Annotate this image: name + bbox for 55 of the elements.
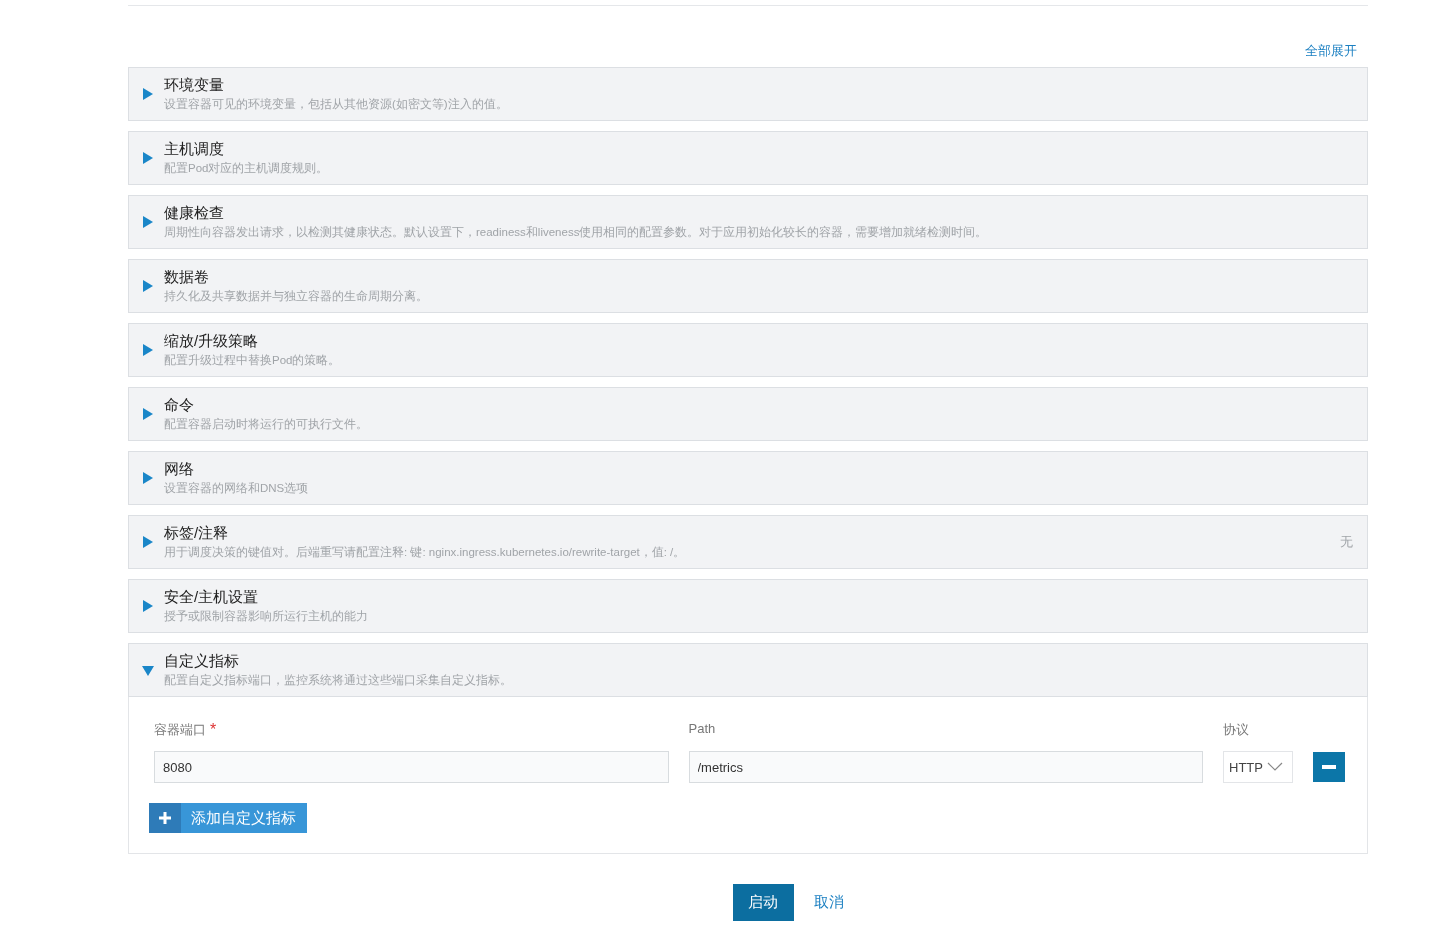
- triangle-right-icon: [142, 280, 154, 292]
- section-header[interactable]: 自定义指标 配置自定义指标端口，监控系统将通过这些端口采集自定义指标。: [128, 643, 1368, 697]
- section-status: 无: [1340, 533, 1353, 551]
- section-description: 配置自定义指标端口，监控系统将通过这些端口采集自定义指标。: [164, 673, 512, 688]
- triangle-right-icon: [142, 216, 154, 228]
- triangle-right-icon: [142, 408, 154, 420]
- field-label: 容器端口: [154, 721, 206, 739]
- section-title: 数据卷: [164, 268, 209, 286]
- section-description: 持久化及共享数据并与独立容器的生命周期分离。: [164, 289, 428, 304]
- section-header[interactable]: 环境变量 设置容器可见的环境变量，包括从其他资源(如密文等)注入的值。: [128, 67, 1368, 121]
- section-description: 用于调度决策的键值对。后端重写请配置注释: 键: nginx.ingress.kubernetes.io/rewrite-target，值: /。: [164, 545, 686, 560]
- section-header[interactable]: 主机调度 配置Pod对应的主机调度规则。: [128, 131, 1368, 185]
- plus-icon: [159, 812, 171, 824]
- triangle-right-icon: [142, 600, 154, 612]
- section-description: 配置升级过程中替换Pod的策略。: [164, 353, 341, 368]
- section-description: 设置容器的网络和DNS选项: [164, 481, 309, 496]
- minus-icon: [1322, 765, 1336, 769]
- cancel-link[interactable]: 取消: [813, 893, 844, 912]
- path-input[interactable]: /metrics: [688, 751, 1203, 783]
- section-description: 授予或限制容器影响所运行主机的能力: [164, 609, 368, 624]
- section-title: 自定义指标: [164, 652, 239, 670]
- section-title: 环境变量: [164, 76, 224, 94]
- remove-button[interactable]: [1313, 752, 1345, 782]
- section-description: 配置容器启动时将运行的可执行文件。: [164, 417, 368, 432]
- section-header[interactable]: 安全/主机设置 授予或限制容器影响所运行主机的能力: [128, 579, 1368, 633]
- section-title: 命令: [164, 396, 194, 414]
- section-title: 缩放/升级策略: [164, 332, 259, 350]
- triangle-right-icon: [142, 152, 154, 164]
- section-header[interactable]: 缩放/升级策略 配置升级过程中替换Pod的策略。: [128, 323, 1368, 377]
- section-title: 网络: [164, 460, 194, 478]
- section-description: 周期性向容器发出请求，以检测其健康状态。默认设置下，readiness和liveness使用相同的配置参数。对于应用初始化较长的容器，需要增加就绪检测时间。: [164, 225, 988, 240]
- section-title: 主机调度: [164, 140, 224, 158]
- required-mark: *: [210, 721, 217, 739]
- triangle-right-icon: [142, 472, 154, 484]
- section-title: 安全/主机设置: [164, 588, 259, 606]
- triangle-right-icon: [142, 88, 154, 100]
- section-description: 设置容器可见的环境变量，包括从其他资源(如密文等)注入的值。: [164, 97, 508, 112]
- start-button[interactable]: 启动: [732, 884, 794, 921]
- expand-all-link[interactable]: 全部展开: [1305, 42, 1357, 60]
- field-label: 协议: [1223, 721, 1249, 739]
- triangle-right-icon: [142, 536, 154, 548]
- section-header[interactable]: 健康检查 周期性向容器发出请求，以检测其健康状态。默认设置下，readiness和liveness使用相同的配置参数。对于应用初始化较长的容器，需要增加就绪检测时间。: [128, 195, 1368, 249]
- port-input[interactable]: 8080: [154, 751, 669, 783]
- section-header[interactable]: 数据卷 持久化及共享数据并与独立容器的生命周期分离。: [128, 259, 1368, 313]
- field-label: Path: [688, 721, 716, 736]
- triangle-right-icon: [142, 344, 154, 356]
- section-header[interactable]: 命令 配置容器启动时将运行的可执行文件。: [128, 387, 1368, 441]
- chevron-down-icon: [1266, 762, 1283, 772]
- section-title: 健康检查: [164, 204, 224, 222]
- protocol-select[interactable]: HTTP: [1223, 751, 1293, 783]
- section-header[interactable]: 标签/注释 用于调度决策的键值对。后端重写请配置注释: 键: nginx.ingress.kubernetes.io/rewrite-target，值: /。 无: [128, 515, 1368, 569]
- section-description: 配置Pod对应的主机调度规则。: [164, 161, 329, 176]
- triangle-down-icon: [142, 664, 154, 676]
- section-title: 标签/注释: [164, 524, 229, 542]
- section-header[interactable]: 网络 设置容器的网络和DNS选项: [128, 451, 1368, 505]
